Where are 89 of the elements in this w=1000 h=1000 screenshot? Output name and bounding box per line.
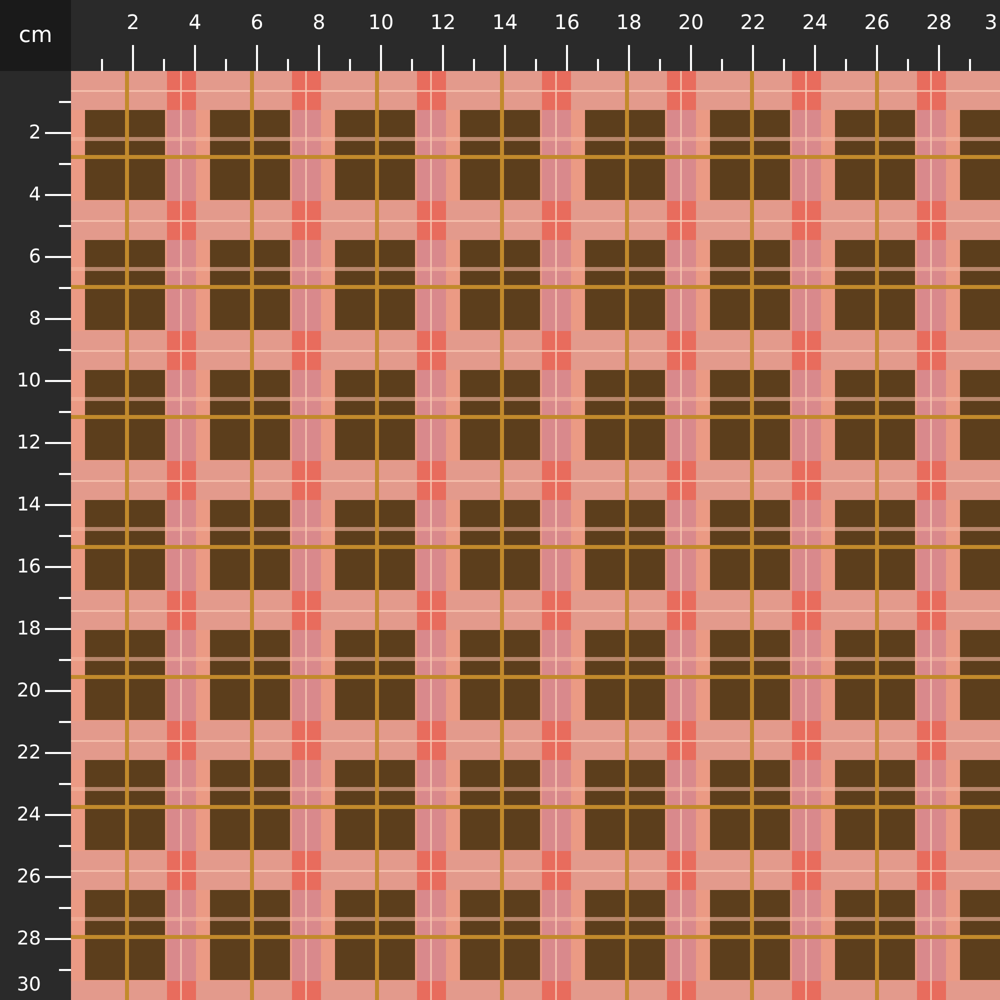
ruler-tick bbox=[45, 938, 71, 940]
ruler-tick bbox=[45, 566, 71, 568]
ruler-tick bbox=[45, 380, 71, 382]
ruler-label: 20 bbox=[16, 682, 41, 700]
ruler-tick bbox=[628, 45, 630, 71]
ruler-tick bbox=[659, 59, 661, 71]
ruler-label: 18 bbox=[616, 12, 642, 32]
ruler-label: 8 bbox=[312, 12, 326, 32]
ruler-label: 4 bbox=[188, 12, 202, 32]
ruler-tick bbox=[59, 473, 71, 475]
ruler-label: 3 bbox=[984, 12, 998, 32]
ruler-label: 12 bbox=[16, 434, 41, 452]
ruler-tick bbox=[45, 256, 71, 258]
ruler-tick bbox=[132, 45, 134, 71]
ruler-tick bbox=[59, 597, 71, 599]
ruler-tick bbox=[45, 628, 71, 630]
ruler-tick bbox=[163, 59, 165, 71]
unit-label: cm bbox=[18, 23, 52, 48]
ruler-tick bbox=[349, 59, 351, 71]
ruler-tick bbox=[59, 907, 71, 909]
ruler-tick bbox=[256, 45, 258, 71]
ruler-tick bbox=[194, 45, 196, 71]
ruler-tick bbox=[59, 349, 71, 351]
ruler-tick bbox=[59, 225, 71, 227]
ruler-label: 8 bbox=[28, 310, 41, 328]
ruler-tick bbox=[535, 59, 537, 71]
ruler-tick bbox=[442, 45, 444, 71]
ruler-tick bbox=[45, 132, 71, 134]
ruler-tick bbox=[752, 45, 754, 71]
ruler-label: 10 bbox=[16, 372, 41, 390]
ruler-tick bbox=[45, 442, 71, 444]
ruler-tick bbox=[411, 59, 413, 71]
ruler-label: 22 bbox=[740, 12, 766, 32]
ruler-tick bbox=[287, 59, 289, 71]
ruler-tick bbox=[45, 504, 71, 506]
ruler-label: 12 bbox=[430, 12, 456, 32]
ruler-label: 22 bbox=[16, 744, 41, 762]
ruler-label: 16 bbox=[554, 12, 580, 32]
ruler-tick bbox=[59, 783, 71, 785]
ruler-label: 16 bbox=[16, 558, 41, 576]
ruler-tick bbox=[721, 59, 723, 71]
ruler-tick bbox=[59, 287, 71, 289]
ruler-label: 2 bbox=[28, 124, 41, 142]
ruler-label: 28 bbox=[926, 12, 952, 32]
ruler-tick bbox=[45, 752, 71, 754]
ruler-label: 10 bbox=[368, 12, 394, 32]
ruler-tick bbox=[783, 59, 785, 71]
ruler-label: 18 bbox=[16, 620, 41, 638]
ruler-tick bbox=[45, 318, 71, 320]
ruler-tick bbox=[938, 45, 940, 71]
ruler-tick bbox=[59, 721, 71, 723]
ruler-label: 20 bbox=[678, 12, 704, 32]
ruler-label: 24 bbox=[16, 806, 41, 824]
ruler-tick bbox=[876, 45, 878, 71]
ruler-tick bbox=[59, 411, 71, 413]
ruler-tick bbox=[318, 45, 320, 71]
ruler-tick bbox=[59, 845, 71, 847]
ruler-tick bbox=[59, 969, 71, 971]
ruler-label: 24 bbox=[802, 12, 828, 32]
ruler-tick bbox=[59, 101, 71, 103]
ruler-tick bbox=[45, 690, 71, 692]
ruler-label: 4 bbox=[28, 186, 41, 204]
ruler-tick bbox=[45, 194, 71, 196]
ruler-tick bbox=[814, 45, 816, 71]
ruler-tick bbox=[597, 59, 599, 71]
ruler-label: 14 bbox=[492, 12, 518, 32]
ruler-tick bbox=[225, 59, 227, 71]
ruler-tick bbox=[59, 535, 71, 537]
ruler-tick bbox=[45, 814, 71, 816]
ruler-label: 6 bbox=[250, 12, 264, 32]
ruler-tick bbox=[59, 163, 71, 165]
ruler-label: 30 bbox=[16, 976, 41, 994]
ruler-label: 2 bbox=[126, 12, 140, 32]
ruler-tick bbox=[845, 59, 847, 71]
ruler-tick bbox=[566, 45, 568, 71]
ruler-label: 28 bbox=[16, 930, 41, 948]
ruler-tick bbox=[45, 876, 71, 878]
ruler-tick bbox=[101, 59, 103, 71]
ruler-tick bbox=[690, 45, 692, 71]
ruler-tick bbox=[380, 45, 382, 71]
ruler-tick bbox=[59, 659, 71, 661]
ruler-tick bbox=[504, 45, 506, 71]
ruler-tick bbox=[907, 59, 909, 71]
ruler-tick bbox=[969, 59, 971, 71]
ruler-label: 6 bbox=[28, 248, 41, 266]
ruler-label: 26 bbox=[16, 868, 41, 886]
ruler-tick bbox=[473, 59, 475, 71]
ruler-label: 26 bbox=[864, 12, 890, 32]
ruler-label: 14 bbox=[16, 496, 41, 514]
